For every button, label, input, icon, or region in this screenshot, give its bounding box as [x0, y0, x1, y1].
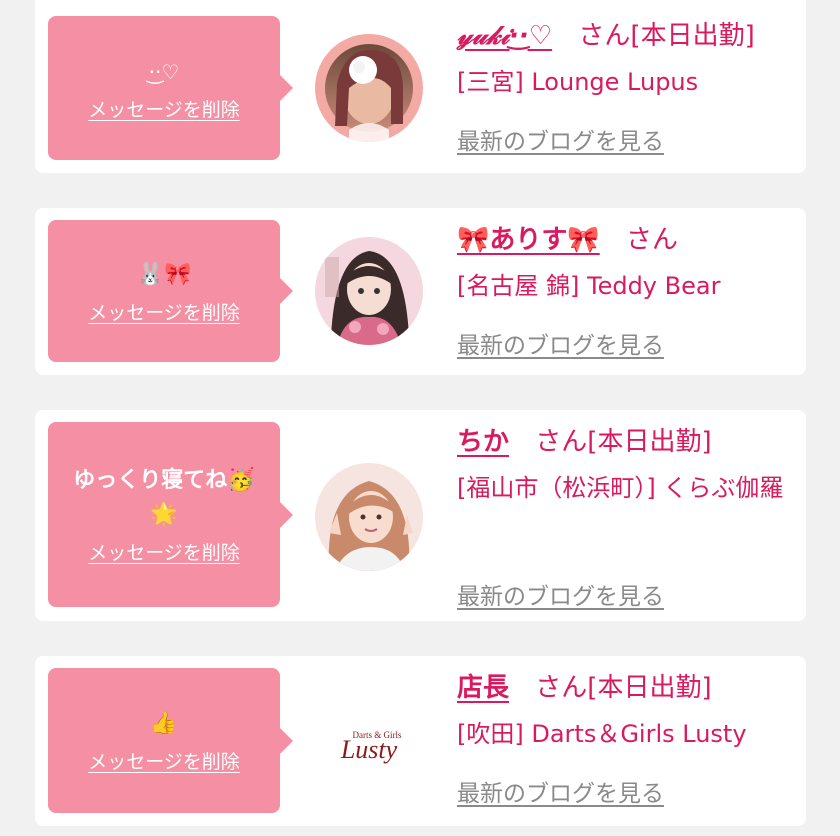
- message-text: ·͜·♡: [148, 59, 180, 84]
- message-text: ゆっくり寝てね🥳🌟: [73, 468, 255, 527]
- profile-photo-icon: [315, 34, 423, 142]
- shop-name: [三宮] Lounge Lupus: [457, 68, 699, 96]
- message-card: ·͜·♡ メッセージを削除 𝓎𝓊𝓀𝒾·͜·♡ さん[本日出勤] [三宮] Lou…: [35, 0, 806, 173]
- status-badge: [本日出勤]: [630, 21, 755, 51]
- message-card: ゆっくり寝てね🥳🌟 メッセージを削除 ちか さん[本日出勤] [福山市（松浜町）…: [35, 410, 806, 621]
- profile-photo-icon: [315, 237, 423, 345]
- avatar[interactable]: [315, 463, 423, 571]
- latest-blog-link[interactable]: 最新のブログを見る: [457, 326, 664, 360]
- user-name-link[interactable]: 𝓎𝓊𝓀𝒾·͜·♡: [457, 21, 552, 51]
- profile-photo-icon: [315, 463, 423, 571]
- shop-name: [福山市（松浜町）] くらぶ伽羅: [457, 474, 784, 502]
- shop-name: [吹田] Darts＆Girls Lusty: [457, 720, 747, 748]
- shop-name: [名古屋 錦] Teddy Bear: [457, 272, 721, 300]
- latest-blog-link[interactable]: 最新のブログを見る: [457, 577, 664, 611]
- message-bubble: 🐰🎀 メッセージを削除: [48, 220, 293, 362]
- message-card: 👍 メッセージを削除 Darts & Girls Lusty 店長 さん[本日出…: [35, 656, 806, 826]
- shop-logo-icon: Darts & Girls Lusty: [315, 686, 423, 794]
- honorific: さん: [535, 427, 588, 457]
- avatar[interactable]: Darts & Girls Lusty: [315, 686, 423, 794]
- message-bubble: 👍 メッセージを削除: [48, 668, 293, 813]
- user-info: 店長 さん[本日出勤] [吹田] Darts＆Girls Lusty 最新のブロ…: [457, 668, 797, 807]
- user-info: ちか さん[本日出勤] [福山市（松浜町）] くらぶ伽羅 最新のブログを見る: [457, 422, 797, 610]
- delete-message-link[interactable]: メッセージを削除: [88, 538, 240, 565]
- message-card: 🐰🎀 メッセージを削除 🎀ありす🎀 さん [名古屋 錦] Teddy Bear …: [35, 208, 806, 375]
- avatar[interactable]: [315, 237, 423, 345]
- latest-blog-link[interactable]: 最新のブログを見る: [457, 122, 664, 156]
- delete-message-link[interactable]: メッセージを削除: [88, 95, 240, 122]
- message-bubble: ·͜·♡ メッセージを削除: [48, 16, 293, 160]
- honorific: さん: [535, 673, 588, 703]
- user-name-link[interactable]: 🎀ありす🎀: [457, 225, 600, 255]
- logo-big-text: Lusty: [340, 735, 398, 764]
- latest-blog-link[interactable]: 最新のブログを見る: [457, 774, 664, 808]
- status-badge: [本日出勤]: [587, 427, 712, 457]
- user-info: 🎀ありす🎀 さん [名古屋 錦] Teddy Bear 最新のブログを見る: [457, 220, 797, 359]
- message-text: 🐰🎀: [136, 261, 192, 287]
- honorific: さん: [626, 225, 679, 255]
- user-name-link[interactable]: ちか: [457, 427, 509, 457]
- user-name-link[interactable]: 店長: [457, 673, 509, 703]
- message-bubble: ゆっくり寝てね🥳🌟 メッセージを削除: [48, 422, 293, 607]
- message-text: 👍: [150, 711, 178, 736]
- avatar[interactable]: [315, 34, 423, 142]
- delete-message-link[interactable]: メッセージを削除: [88, 747, 240, 774]
- user-info: 𝓎𝓊𝓀𝒾·͜·♡ さん[本日出勤] [三宮] Lounge Lupus 最新のブ…: [457, 16, 797, 155]
- message-feed: ·͜·♡ メッセージを削除 𝓎𝓊𝓀𝒾·͜·♡ さん[本日出勤] [三宮] Lou…: [0, 0, 840, 836]
- delete-message-link[interactable]: メッセージを削除: [88, 298, 240, 325]
- status-badge: [本日出勤]: [587, 673, 712, 703]
- honorific: さん: [578, 21, 631, 51]
